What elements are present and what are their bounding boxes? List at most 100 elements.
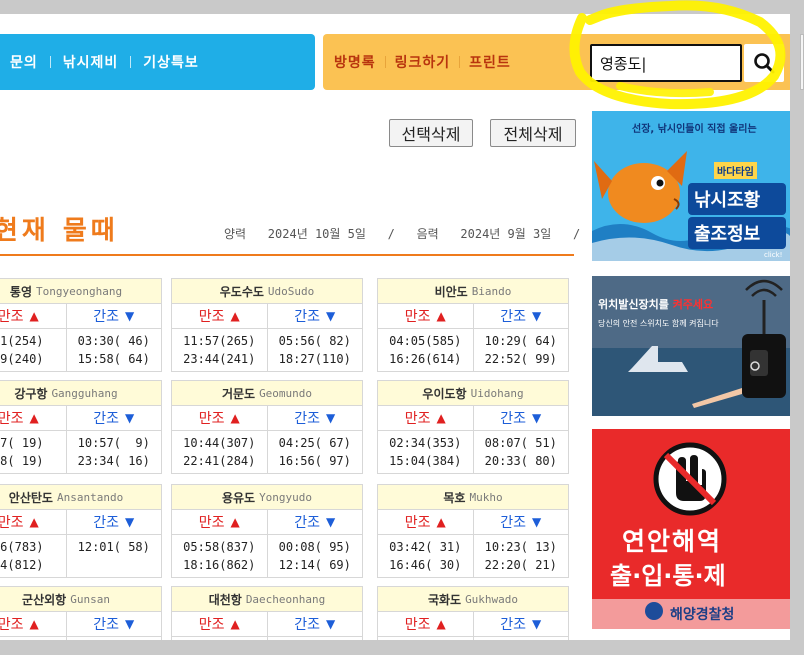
high-tide-times: 10:44(307) 22:41(284): [172, 431, 268, 473]
station-header: 통영 Tongyeonghang: [0, 279, 161, 304]
tide-station-card[interactable]: 군산외항Gunsan만조▲ 간조▼ 19(640) 40(669)10:51( 79…: [0, 586, 162, 640]
station-name-en: Mukho: [469, 490, 503, 504]
station-name-en: Gunsan: [70, 592, 110, 606]
window-right-edge: [790, 0, 804, 640]
page-content: 문의 낚시제비 기상특보 방명록 링크하기 프린트 선택삭제 전체삭제 현재 물…: [0, 14, 790, 640]
date-separator: /: [387, 227, 395, 241]
tide-station-card[interactable]: 대천항Daecheonhang만조▲간조▼04:32(687) 16:52(71…: [171, 586, 363, 640]
tide-station-card[interactable]: 용유도 Yongyudo 만조 ▲ 간조 ▼ 05:58(837) 18:16(862) 00…: [171, 484, 363, 578]
down-arrow-icon: ▼: [532, 515, 542, 529]
low-tide-times: 11:18( 86) 23:39(121): [268, 637, 363, 640]
nav-item-link[interactable]: 링크하기: [386, 52, 460, 72]
lunar-label: 음력: [416, 227, 439, 241]
station-name: 국화도: [427, 592, 462, 607]
tide-column-headers: 만조 ▲ 간조 ▼: [378, 510, 568, 535]
up-arrow-icon: ▲: [29, 309, 39, 323]
up-arrow-icon: ▲: [29, 617, 39, 631]
tide-times: 46(783) 04(812) 12:01( 58): [0, 535, 161, 577]
tide-station-card[interactable]: 통영 Tongyeonghang 만조▲ 간조▼ 01(254) 59(240) 03:3…: [0, 278, 162, 372]
station-name: 거문도: [221, 386, 256, 401]
station-header: 대천항 Daecheonhang: [172, 587, 362, 612]
tide-station-card[interactable]: 비안도 Biando 만조 ▲ 간조 ▼ 04:05(585) 16:26(614) 10:2…: [377, 278, 569, 372]
window-bottom-edge: [0, 640, 804, 655]
station-name: 우도수도: [219, 284, 264, 299]
station-name-en: Ansantando: [56, 490, 124, 504]
high-tide-times: 04:32(687) 16:52(714): [172, 637, 268, 640]
station-name: 군산외항: [22, 592, 67, 607]
restriction-line1: 연안해역: [622, 527, 723, 556]
fishing-info-banner[interactable]: 선장, 낚시인들이 직접 올리는 바다타임 낚시조황 출조정보 click!: [592, 111, 790, 261]
tide-station-card[interactable]: 우도수도 UdoSudo 만조 ▲ 간조 ▼ 11:57(265) 23:44(241) 05…: [171, 278, 363, 372]
high-tide-times: 11:57(265) 23:44(241): [172, 329, 268, 371]
station-header: 목호 Mukho: [378, 485, 568, 510]
low-tide-header: 간조 ▼: [294, 515, 336, 531]
tide-times: 04:05(585) 16:26(614) 10:29( 64) 22:52( 9…: [378, 329, 568, 371]
station-name-en: UdoSudo: [267, 284, 315, 298]
tide-column-headers: 만조 ▲ 간조 ▼: [172, 612, 362, 637]
station-name: 목호: [443, 490, 466, 505]
nav-item-guestbook[interactable]: 방명록: [325, 52, 385, 72]
down-arrow-icon: ▼: [532, 411, 542, 425]
low-tide-header: 간조 ▼: [294, 617, 336, 633]
banner-click: click!: [764, 251, 783, 259]
coastal-restriction-banner[interactable]: 연안해역 출·입·통·제 해양경찰청: [592, 429, 790, 629]
down-arrow-icon: ▼: [125, 515, 135, 529]
tide-column-headers: 만조 ▲ 간조 ▼: [378, 612, 568, 637]
up-arrow-icon: ▲: [230, 411, 240, 425]
search-field[interactable]: [590, 44, 742, 82]
up-arrow-icon: ▲: [230, 515, 240, 529]
tide-station-card[interactable]: 거문도 Geomundo 만조 ▲ 간조 ▼ 10:44(307) 22:41(284) 04…: [171, 380, 363, 474]
low-tide-header: 간조 ▼: [93, 617, 135, 633]
station-header: 강구항 Gangguhang: [0, 381, 161, 406]
low-tide-times: 10:57( 9) 23:34( 16): [77, 436, 150, 468]
station-name: 통영: [9, 284, 32, 299]
location-device-banner[interactable]: 위치발신장치를 켜주세요 당신의 안전 스위치도 함께 켜집니다: [592, 276, 790, 416]
nav-item-fishing-swallow[interactable]: 낚시제비: [51, 52, 131, 72]
side-tab: [800, 34, 804, 90]
station-name: 비안도: [434, 284, 468, 299]
high-tide-header: 만조 ▲: [172, 304, 268, 328]
nav-item-inquiry[interactable]: 문의: [0, 52, 50, 72]
tide-column-headers: 만조 ▲ 간조 ▼: [0, 510, 161, 535]
up-arrow-icon: ▲: [230, 309, 240, 323]
search-button[interactable]: [744, 44, 784, 82]
low-tide-header: 간조 ▼: [93, 309, 135, 325]
lunar-date: 2024년 9월 3일: [460, 227, 552, 241]
low-tide-header: 간조 ▼: [93, 515, 135, 531]
up-arrow-icon: ▲: [29, 411, 39, 425]
select-delete-button[interactable]: 선택삭제: [389, 119, 473, 147]
high-tide-header: 만조 ▲: [378, 304, 474, 328]
tide-station-card[interactable]: 안산탄도Ansantando만조▲간조▼46(783) 04(812)12:01…: [0, 484, 162, 578]
page-title: 현재 물때: [0, 216, 119, 246]
tide-column-headers: 만조 ▲ 간조 ▼: [172, 510, 362, 535]
tide-times: 02:34(353) 15:04(384) 08:07( 51) 20:33( 8…: [378, 431, 568, 473]
up-arrow-icon: ▲: [436, 309, 446, 323]
tide-times: 05:45(793) 18:06(818)12:04( 72): [378, 637, 568, 640]
tide-column-headers: 만조 ▲ 간조 ▼: [378, 406, 568, 431]
tide-station-card[interactable]: 강구항Gangguhang만조▲간조▼07( 19) 18( 19)10:57(…: [0, 380, 162, 474]
up-arrow-icon: ▲: [436, 617, 446, 631]
tide-station-card[interactable]: 목호 Mukho 만조 ▲ 간조 ▼ 03:42( 31) 16:46( 30) 10:23(…: [377, 484, 569, 578]
station-header: 용유도 Yongyudo: [172, 485, 362, 510]
station-name: 우이도항: [422, 386, 467, 401]
station-name-en: Tongyeonghang: [36, 284, 123, 298]
date-separator: /: [573, 227, 581, 241]
down-arrow-icon: ▼: [125, 309, 135, 323]
tide-station-card[interactable]: 국화도Gukhwado만조▲간조▼05:45(793) 18:06(818)12…: [377, 586, 569, 640]
delete-all-button[interactable]: 전체삭제: [490, 119, 576, 147]
low-tide-times: 08:07( 51) 20:33( 80): [484, 436, 557, 468]
search-input[interactable]: [600, 52, 732, 74]
tide-station-card[interactable]: 우이도항 Uidohang 만조 ▲ 간조 ▼ 02:34(353) 15:04(384) 0…: [377, 380, 569, 474]
high-tide-header: 만조 ▲: [172, 510, 268, 534]
nav-item-print[interactable]: 프린트: [460, 52, 520, 72]
down-arrow-icon: ▼: [326, 309, 336, 323]
station-name-en: Geomundo: [259, 386, 313, 400]
high-tide-times: 19(640) 40(669): [0, 637, 67, 640]
tide-times: 01(254) 59(240) 03:30( 46) 15:58( 64): [0, 329, 161, 371]
up-arrow-icon: ▲: [29, 515, 39, 529]
nav-item-weather-alert[interactable]: 기상특보: [131, 52, 211, 72]
low-tide-header: 간조 ▼: [500, 411, 542, 427]
down-arrow-icon: ▼: [532, 617, 542, 631]
tide-times: 19(640) 40(669)10:51( 79) 23:14(115): [0, 637, 161, 640]
down-arrow-icon: ▼: [125, 411, 135, 425]
